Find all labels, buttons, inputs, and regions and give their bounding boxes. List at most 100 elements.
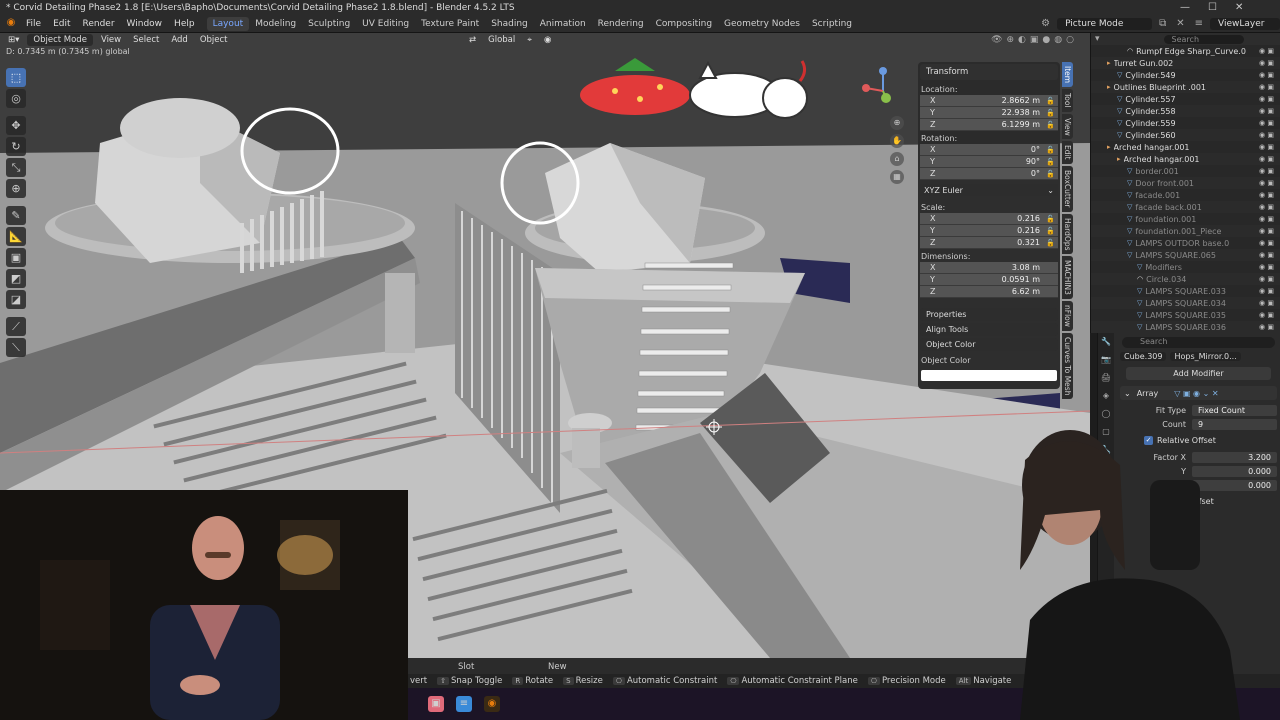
outliner-item[interactable]: ▽ LAMPS OUTDOR base.0 ◉ ▣ xyxy=(1091,237,1280,249)
eye-icon[interactable]: ◉ ▣ xyxy=(1259,71,1274,79)
eye-icon[interactable]: ◉ ▣ xyxy=(1259,83,1274,91)
blender-app-icon[interactable]: ◉ xyxy=(484,696,500,712)
tab-rendering[interactable]: Rendering xyxy=(592,17,650,31)
shading-solid-icon[interactable]: ● xyxy=(1042,35,1050,45)
render-icon[interactable]: 📷 xyxy=(1099,355,1113,369)
eye-icon[interactable]: ◉ ▣ xyxy=(1259,59,1274,67)
eye-icon[interactable]: ◉ ▣ xyxy=(1259,143,1274,151)
tool-icon[interactable]: 🔧 xyxy=(1099,337,1113,351)
outliner-item[interactable]: ▸ Arched hangar.001 ◉ ▣ xyxy=(1091,153,1280,165)
outliner-item[interactable]: ▽ LAMPS SQUARE.035 ◉ ▣ xyxy=(1091,309,1280,321)
fit-type-field[interactable]: Fit Type Fixed Count xyxy=(1120,404,1277,416)
mode-selector[interactable]: Object Mode xyxy=(27,33,93,46)
outliner-item[interactable]: ▽ Cylinder.558 ◉ ▣ xyxy=(1091,105,1280,117)
modifier-breadcrumb[interactable]: Hops_Mirror.0... xyxy=(1170,352,1241,361)
tab-uv-editing[interactable]: UV Editing xyxy=(356,17,415,31)
dimensions-z-field[interactable]: Z 6.62 m xyxy=(920,286,1058,298)
eye-icon[interactable]: ◉ ▣ xyxy=(1259,119,1274,127)
menu-view[interactable]: View xyxy=(97,35,125,45)
location-y-field[interactable]: Y 22.938 m 🔓 xyxy=(920,107,1058,119)
tab-layout[interactable]: Layout xyxy=(206,16,250,31)
transform-orientation-icon[interactable]: ⇄ xyxy=(465,35,480,45)
gizmo-icon[interactable]: ⊕ xyxy=(1007,35,1015,45)
visibility-icon[interactable]: 👁 xyxy=(991,35,1002,45)
object-color-section[interactable]: Object Color xyxy=(920,338,1058,351)
xray-icon[interactable]: ▣ xyxy=(1030,35,1039,45)
tab-geometry-nodes[interactable]: Geometry Nodes xyxy=(718,17,806,31)
scale-icon[interactable]: ⤡ xyxy=(6,158,26,177)
object-color-swatch[interactable] xyxy=(921,370,1057,381)
outliner-item[interactable]: ▽ Modifiers ◉ ▣ xyxy=(1091,261,1280,273)
scene-icon[interactable]: ◈ xyxy=(1099,391,1113,405)
outliner-item[interactable]: ▽ LAMPS SQUARE.065 ◉ ▣ xyxy=(1091,249,1280,261)
move-icon[interactable]: ✥ xyxy=(6,116,26,135)
tab-compositing[interactable]: Compositing xyxy=(650,17,718,31)
outliner-item[interactable]: ▽ foundation.001_Piece ◉ ▣ xyxy=(1091,225,1280,237)
eye-icon[interactable]: ◉ ▣ xyxy=(1259,227,1274,235)
cursor-icon[interactable]: ◎ xyxy=(6,89,26,108)
object-name[interactable]: Cube.309 xyxy=(1120,352,1167,361)
tab-nflow[interactable]: nFlow xyxy=(1062,301,1073,331)
outliner-item[interactable]: ◠ Rumpf Edge Sharp_Curve.0 ◉ ▣ xyxy=(1091,45,1280,57)
scale-z-field[interactable]: Z 0.321 🔓 xyxy=(920,237,1058,249)
menu-object[interactable]: Object xyxy=(196,35,232,45)
outliner-item[interactable]: ▸ Outlines Blueprint .001 ◉ ▣ xyxy=(1091,81,1280,93)
eye-icon[interactable]: ◉ ▣ xyxy=(1259,299,1274,307)
rotate-icon[interactable]: ↻ xyxy=(6,137,26,156)
eye-icon[interactable]: ◉ ▣ xyxy=(1259,311,1274,319)
tab-sculpting[interactable]: Sculpting xyxy=(302,17,356,31)
boxcutter-icon[interactable]: ◩ xyxy=(6,269,26,288)
outliner-item[interactable]: ▽ Cylinder.560 ◉ ▣ xyxy=(1091,129,1280,141)
dimensions-y-field[interactable]: Y 0.0591 m xyxy=(920,274,1058,286)
outliner-item[interactable]: ▽ LAMPS SQUARE.036 ◉ ▣ xyxy=(1091,321,1280,333)
slot-selector[interactable]: Slot xyxy=(458,662,474,672)
menu-add[interactable]: Add xyxy=(167,35,191,45)
eye-icon[interactable]: ◉ ▣ xyxy=(1259,107,1274,115)
shading-material-icon[interactable]: ◍ xyxy=(1054,35,1062,45)
tab-edit[interactable]: Edit xyxy=(1062,141,1073,164)
rotation-y-field[interactable]: Y 90° 🔓 xyxy=(920,156,1058,168)
hardops-icon[interactable]: ◪ xyxy=(6,290,26,309)
outliner-item[interactable]: ▽ LAMPS SQUARE.033 ◉ ▣ xyxy=(1091,285,1280,297)
outliner-item[interactable]: ▸ Arched hangar.001 ◉ ▣ xyxy=(1091,141,1280,153)
eye-icon[interactable]: ◉ ▣ xyxy=(1259,191,1274,199)
properties-search[interactable]: Search xyxy=(1122,337,1275,348)
align-tools-section[interactable]: Align Tools xyxy=(920,323,1058,336)
outliner-item[interactable]: ▽ Cylinder.557 ◉ ▣ xyxy=(1091,93,1280,105)
photos-app-icon[interactable]: ▣ xyxy=(428,696,444,712)
tab-modeling[interactable]: Modeling xyxy=(249,17,302,31)
scene-selector[interactable]: Picture Mode xyxy=(1057,17,1153,30)
outliner-item[interactable]: ▽ Cylinder.559 ◉ ▣ xyxy=(1091,117,1280,129)
eye-icon[interactable]: ◉ ▣ xyxy=(1259,215,1274,223)
menu-edit[interactable]: Edit xyxy=(47,19,76,29)
tab-shading[interactable]: Shading xyxy=(485,17,534,31)
outliner-item[interactable]: ▽ LAMPS SQUARE.034 ◉ ▣ xyxy=(1091,297,1280,309)
outliner-search[interactable]: Search xyxy=(1163,34,1244,44)
outliner-item[interactable]: ▽ border.001 ◉ ▣ xyxy=(1091,165,1280,177)
outliner-item[interactable]: ▸ Turret Gun.002 ◉ ▣ xyxy=(1091,57,1280,69)
bevel-icon[interactable]: ⟍ xyxy=(6,338,26,357)
close-icon[interactable]: ✕ xyxy=(1235,2,1243,13)
tab-view[interactable]: View xyxy=(1062,113,1073,140)
eye-icon[interactable]: ◉ ▣ xyxy=(1259,263,1274,271)
perspective-icon[interactable]: ▦ xyxy=(890,170,904,184)
eye-icon[interactable]: ◉ ▣ xyxy=(1259,167,1274,175)
eye-icon[interactable]: ◉ ▣ xyxy=(1259,251,1274,259)
snap-icon[interactable]: ⌖ xyxy=(523,35,536,45)
eye-icon[interactable]: ◉ ▣ xyxy=(1259,47,1274,55)
minimize-icon[interactable]: — xyxy=(1180,2,1190,13)
tab-scripting[interactable]: Scripting xyxy=(806,17,858,31)
location-x-field[interactable]: X 2.8662 m 🔓 xyxy=(920,95,1058,107)
tab-boxcutter[interactable]: BoxCutter xyxy=(1062,166,1073,212)
eye-icon[interactable]: ◉ ▣ xyxy=(1259,323,1274,331)
rotation-z-field[interactable]: Z 0° 🔓 xyxy=(920,168,1058,180)
shading-rendered-icon[interactable]: ○ xyxy=(1066,35,1074,45)
eye-icon[interactable]: ◉ ▣ xyxy=(1259,131,1274,139)
close-icon[interactable]: ✕ xyxy=(1173,18,1187,29)
blender-logo-icon[interactable]: ◉ xyxy=(4,17,18,31)
scale-y-field[interactable]: Y 0.216 🔓 xyxy=(920,225,1058,237)
copy-icon[interactable]: ⧉ xyxy=(1156,18,1169,29)
tab-hardops[interactable]: HardOps xyxy=(1062,213,1073,255)
measure-icon[interactable]: 📐 xyxy=(6,227,26,246)
outliner-item[interactable]: ◠ Circle.034 ◉ ▣ xyxy=(1091,273,1280,285)
